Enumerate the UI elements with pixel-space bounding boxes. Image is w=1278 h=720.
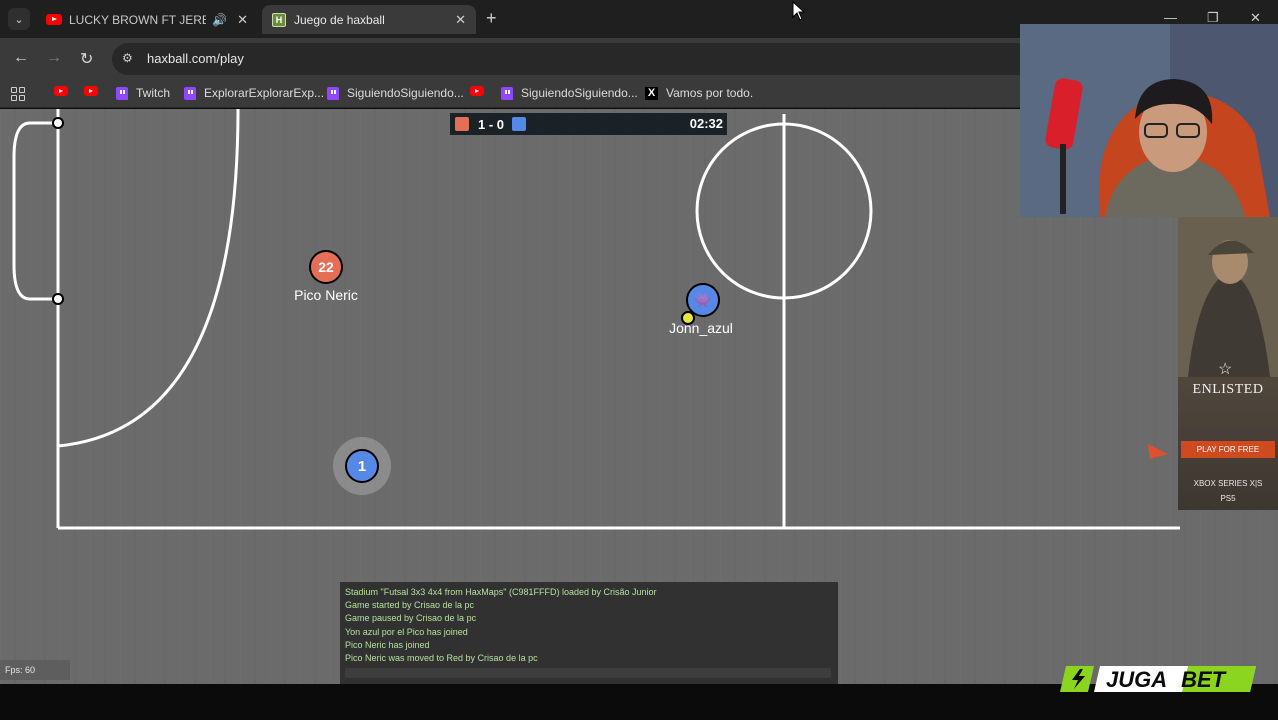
goal-post — [52, 293, 64, 305]
bookmark-label: SiguiendoSiguiendo... — [347, 86, 464, 100]
bookmark-label: SiguiendoSiguiendo... — [521, 86, 638, 100]
chat-input[interactable] — [345, 668, 831, 678]
goal-post — [52, 117, 64, 129]
player-name: Pico Neric — [294, 287, 358, 303]
streamer-image — [1020, 24, 1278, 217]
minimize-button[interactable]: — — [1164, 10, 1177, 25]
tab-title: LUCKY BROWN FT JERE KLEIN — [69, 12, 207, 27]
player-avatar: 1 — [357, 457, 367, 475]
ad-cta-label: PLAY FOR FREE — [1196, 445, 1260, 454]
bookmark-siguiendo[interactable]: SiguiendoSiguiendo... — [501, 86, 638, 100]
youtube-icon — [54, 86, 68, 96]
fps-counter: Fps: 60 — [0, 660, 70, 680]
arrow-right-icon: → — [46, 49, 62, 66]
chat-message: Game started by Crisao de la pc — [345, 600, 475, 611]
x-icon: X — [645, 86, 658, 100]
twitch-icon — [184, 86, 196, 100]
chat-message: Game paused by Crisao de la pc — [345, 613, 477, 624]
bookmark-youtube[interactable] — [84, 86, 98, 96]
chat-message: Yon azul por el Pico has joined — [345, 626, 468, 637]
screen: ⌄ LUCKY BROWN FT JERE KLEIN 🔊 ✕ H Juego … — [0, 0, 1278, 720]
player-name: Jonn_azul — [669, 320, 733, 336]
speaker-icon[interactable]: 🔊 — [212, 13, 227, 27]
reload-icon: ↻ — [80, 51, 94, 68]
soldier-image — [1178, 217, 1278, 377]
chat-message: Pico Neric was moved to Red by Crisao de… — [345, 653, 538, 664]
forward-button[interactable]: → — [46, 49, 62, 67]
tab-haxball[interactable]: H Juego de haxball ✕ — [262, 5, 476, 34]
bookmark-label: ExplorarExplorarExp... — [204, 86, 325, 100]
youtube-icon — [470, 86, 484, 96]
jugabet-wordmark: JUGA BET — [1106, 667, 1226, 692]
player-blue-self: 1 — [345, 449, 379, 483]
close-icon[interactable]: ✕ — [455, 12, 466, 28]
player-avatar: 👾 — [694, 291, 712, 308]
bookmark-x[interactable]: X Vamos por todo. — [645, 86, 753, 100]
chat-message: Stadium "Futsal 3x3 4x4 from HaxMaps" (C… — [345, 587, 657, 597]
bookmark-youtube[interactable] — [470, 86, 484, 96]
youtube-icon — [46, 14, 62, 25]
scoreboard: 1 - 0 02:32 — [450, 113, 727, 135]
tab-search-button[interactable]: ⌄ — [8, 8, 30, 30]
reload-button[interactable]: ↻ — [80, 49, 93, 69]
twitch-icon — [327, 86, 339, 100]
score: 1 - 0 — [478, 116, 505, 132]
bookmark-siguiendo[interactable]: SiguiendoSiguiendo... — [327, 86, 464, 100]
site-settings-icon[interactable]: ⚙ — [122, 51, 133, 65]
mouse-cursor-icon — [792, 1, 806, 21]
haxball-icon: H — [272, 12, 286, 27]
red-team-swatch — [455, 117, 469, 131]
url-text: haxball.com/play — [147, 51, 244, 66]
ad-platform: PS5 — [1220, 494, 1236, 503]
apps-grid-icon[interactable] — [11, 87, 25, 101]
chat-message: Pico Neric has joined — [345, 639, 430, 650]
ad-platform: XBOX SERIES X|S — [1193, 479, 1263, 488]
match-timer: 02:32 — [689, 116, 723, 131]
arrow-left-icon: ← — [13, 49, 29, 66]
blue-team-swatch — [512, 117, 527, 131]
player-avatar: 22 — [318, 259, 334, 275]
play-for-free-button[interactable]: PLAY FOR FREE — [1181, 441, 1275, 458]
star-icon: ☆ — [1218, 361, 1233, 378]
twitch-icon — [501, 86, 513, 100]
tab-youtube[interactable]: LUCKY BROWN FT JERE KLEIN 🔊 ✕ — [36, 5, 258, 34]
chat-box: Stadium "Futsal 3x3 4x4 from HaxMaps" (C… — [340, 582, 838, 684]
bookmark-twitch[interactable]: Twitch — [116, 86, 170, 100]
bookmark-youtube[interactable] — [54, 86, 68, 96]
player-red: 22 — [309, 250, 343, 284]
tab-title: Juego de haxball — [294, 12, 385, 27]
new-tab-button[interactable]: + — [486, 8, 497, 28]
ad-title: ENLISTED — [1192, 382, 1264, 397]
webcam-overlay — [1020, 24, 1278, 217]
youtube-icon — [84, 86, 98, 96]
bookmark-explorar[interactable]: ExplorarExplorarExp... — [184, 86, 324, 100]
jugabet-logo: JUGA BET — [1060, 662, 1256, 696]
chevron-down-icon: ⌄ — [14, 13, 24, 26]
bookmark-label: Twitch — [136, 86, 171, 100]
twitch-icon — [116, 86, 128, 100]
bookmark-label: Vamos por todo. — [666, 86, 754, 100]
address-bar[interactable]: ⚙ haxball.com/play — [112, 43, 1162, 75]
ad-banner[interactable]: ☆ ENLISTED PLAY FOR FREE XBOX SERIES X|S… — [1178, 217, 1278, 510]
back-button[interactable]: ← — [13, 49, 29, 67]
close-icon[interactable]: ✕ — [237, 12, 248, 28]
